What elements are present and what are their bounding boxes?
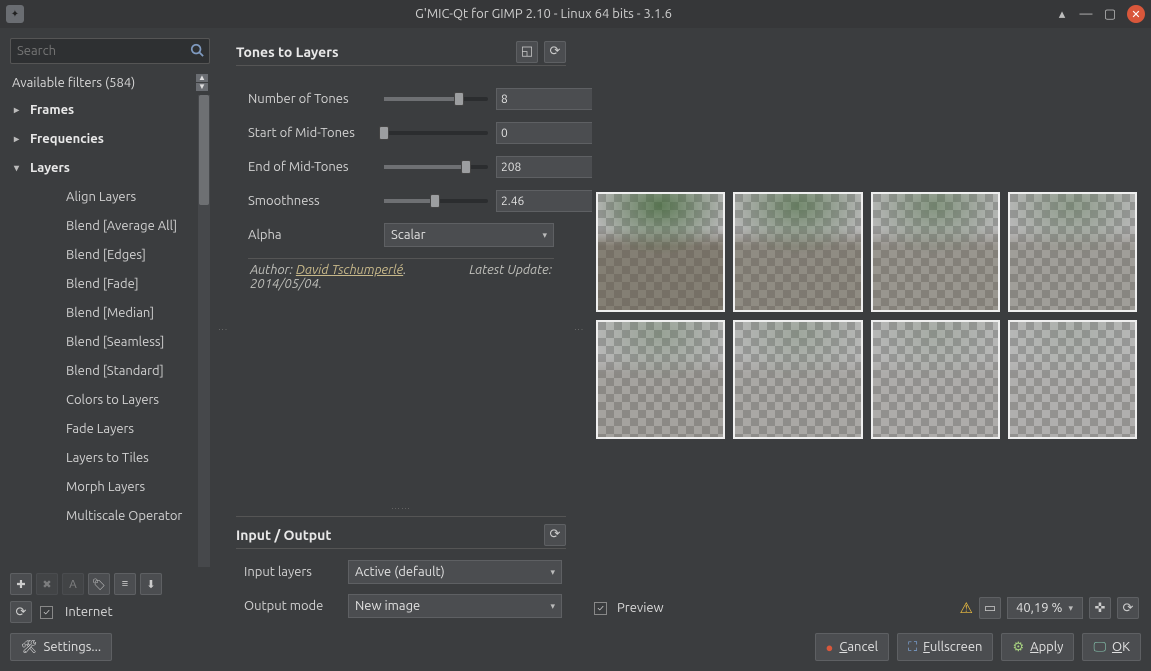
tree-item[interactable]: Morph Layers [10, 472, 210, 501]
settings-button[interactable]: 🛠 Settings... [10, 633, 112, 661]
tree-item[interactable]: Blend [Seamless] [10, 327, 210, 356]
tree-item[interactable]: Blend [Edges] [10, 240, 210, 269]
tree-item[interactable]: Layers to Tiles [10, 443, 210, 472]
search-icon [190, 43, 204, 57]
tree-item[interactable]: Blend [Standard] [10, 356, 210, 385]
preview-tile [596, 192, 725, 312]
preview-tile [733, 320, 862, 440]
internet-label: Internet [65, 605, 113, 619]
preview-tile [1008, 192, 1137, 312]
smoothness-slider[interactable] [384, 199, 488, 203]
output-mode-label: Output mode [244, 599, 340, 613]
preview-panel: ✓ Preview ⚠ ▭ 40,19 % ✜ ⟳ [592, 38, 1141, 623]
tree-item[interactable]: Colors to Layers [10, 385, 210, 414]
splitter-right[interactable]: ⋮ [576, 38, 582, 623]
ok-button[interactable]: 🖵 OK [1082, 633, 1141, 661]
num-tones-slider[interactable] [384, 97, 488, 101]
internet-checkbox[interactable]: ✓ [40, 606, 53, 619]
tree-item[interactable]: Blend [Average All] [10, 211, 210, 240]
preview-tile [871, 192, 1000, 312]
output-mode-combo[interactable]: New image [348, 594, 562, 618]
param-label: Smoothness [248, 194, 376, 208]
shade-window-button[interactable]: ▴ [1055, 7, 1069, 21]
start-mid-slider[interactable] [384, 131, 488, 135]
preview-checkbox[interactable]: ✓ [594, 602, 607, 615]
record-icon: ● [826, 640, 834, 655]
warning-icon: ⚠ [960, 599, 973, 617]
rename-fave-button[interactable]: Ａ [62, 573, 84, 595]
end-mid-slider[interactable] [384, 165, 488, 169]
param-label: End of Mid-Tones [248, 160, 376, 174]
gear-icon: ⚙ [1012, 640, 1024, 655]
expand-all-button[interactable]: ≡ [114, 573, 136, 595]
fullscreen-icon: ⛶ [908, 640, 917, 655]
parameters-panel: Tones to Layers ◱ ⟳ Number of Tones ▲▼ S… [236, 38, 566, 623]
monitor-icon: 🖵 [1093, 640, 1106, 655]
input-layers-combo[interactable]: Active (default) [348, 560, 562, 584]
maximize-params-button[interactable]: ◱ [516, 41, 538, 63]
latest-update-label: Latest Update: [469, 263, 552, 277]
apply-button[interactable]: ⚙ Apply [1001, 633, 1074, 661]
add-fave-button[interactable]: ✚ [10, 573, 32, 595]
zoom-reset-button[interactable]: ✜ [1089, 597, 1111, 619]
tree-scrollbar[interactable] [198, 95, 210, 567]
alpha-combo[interactable]: Scalar [384, 223, 554, 247]
preview-label: Preview [617, 601, 664, 615]
wrench-icon: 🛠 [21, 640, 38, 655]
close-window-button[interactable]: ✕ [1127, 5, 1145, 23]
preview-tile [1008, 320, 1137, 440]
io-title: Input / Output [236, 527, 331, 543]
filter-title: Tones to Layers [236, 44, 339, 60]
panel-grip[interactable]: ⋯⋯ [391, 503, 411, 514]
tree-item[interactable]: Fade Layers [10, 414, 210, 443]
param-label: Number of Tones [248, 92, 376, 106]
tree-item[interactable]: Blend [Median] [10, 298, 210, 327]
param-label: Alpha [248, 228, 376, 242]
preview-tile [871, 320, 1000, 440]
tree-item[interactable]: Multiscale Operator [10, 501, 210, 530]
filters-count-label: Available filters (584) [12, 76, 135, 90]
remove-fave-button[interactable]: ✖ [36, 573, 58, 595]
input-layers-label: Input layers [244, 565, 340, 579]
minimize-window-button[interactable]: — [1079, 7, 1093, 21]
author-link[interactable]: David Tschumperlé [296, 263, 403, 277]
preview-tile [596, 320, 725, 440]
preview-tile [733, 192, 862, 312]
tree-item[interactable]: Blend [Fade] [10, 269, 210, 298]
filter-panel: Available filters (584) ▲▼ Frames Freque… [10, 38, 210, 623]
reset-params-button[interactable]: ⟳ [544, 41, 566, 63]
tree-group-layers[interactable]: Layers [10, 153, 210, 182]
tree-item[interactable]: Align Layers [10, 182, 210, 211]
reset-io-button[interactable]: ⟳ [544, 524, 566, 546]
preview-area[interactable] [592, 38, 1141, 593]
author-info: Author: David Tschumperlé. [250, 263, 407, 277]
app-icon: ✦ [6, 5, 24, 23]
titlebar: ✦ G'MIC-Qt for GIMP 2.10 - Linux 64 bits… [0, 0, 1151, 28]
cancel-button[interactable]: ● Cancel [815, 633, 890, 661]
sort-buttons[interactable]: ▲▼ [196, 74, 208, 91]
param-label: Start of Mid-Tones [248, 126, 376, 140]
refresh-preview-button[interactable]: ⟳ [1117, 597, 1139, 619]
filter-tree[interactable]: Frames Frequencies Layers Align Layers B… [10, 95, 210, 567]
fullscreen-button[interactable]: ⛶ Fullscreen [897, 633, 993, 661]
collapse-all-button[interactable]: ⬇ [140, 573, 162, 595]
zoom-fit-button[interactable]: ▭ [979, 597, 1001, 619]
tree-group-frames[interactable]: Frames [10, 95, 210, 124]
maximize-window-button[interactable]: ▢ [1103, 7, 1117, 21]
window-title: G'MIC-Qt for GIMP 2.10 - Linux 64 bits -… [32, 7, 1055, 21]
tags-button[interactable]: 🏷 [88, 573, 110, 595]
search-input[interactable] [10, 38, 210, 64]
zoom-field[interactable]: 40,19 % [1007, 597, 1083, 619]
splitter-left[interactable]: ⋮ [220, 38, 226, 623]
refresh-filters-button[interactable]: ⟳ [10, 601, 32, 623]
tree-group-frequencies[interactable]: Frequencies [10, 124, 210, 153]
author-date: 2014/05/04. [250, 277, 322, 291]
